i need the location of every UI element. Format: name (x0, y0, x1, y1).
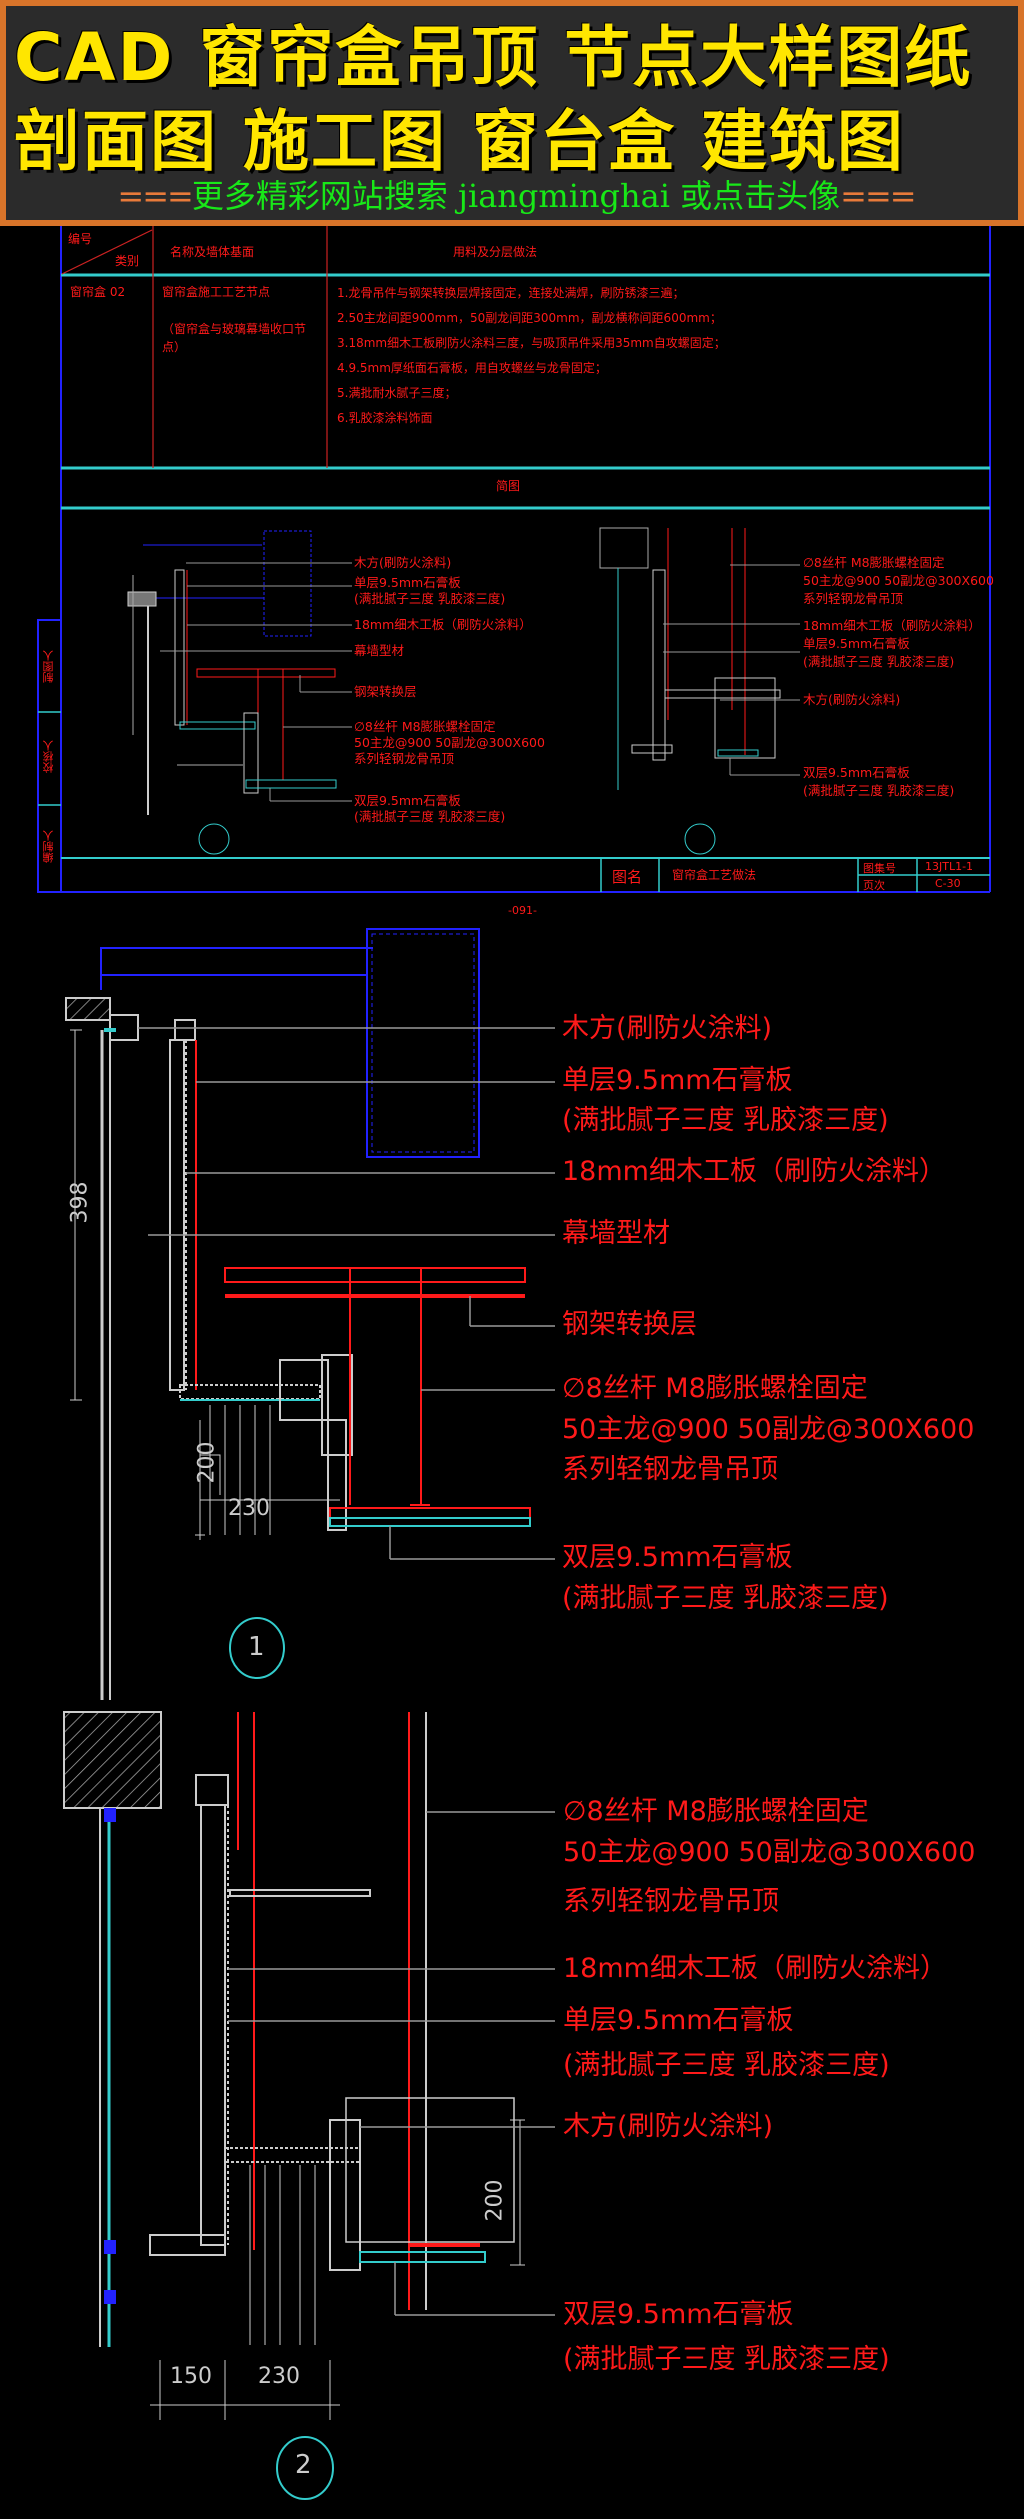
s2-label: 双层9.5mm石膏板 (803, 765, 910, 780)
s1-label: 双层9.5mm石膏板 (354, 793, 461, 808)
page-value: C-30 (935, 877, 961, 890)
header-number: 编号 (68, 232, 93, 246)
detail2-number: 2 (295, 2450, 312, 2480)
d1-label-finish2: (满批腻子三度 乳胶漆三度) (562, 1583, 889, 1614)
s2-label: 18mm细木工板（刷防火涂料） (803, 618, 981, 633)
d1-label-rod: ∅8丝杆 M8膨胀螺栓固定 (562, 1373, 868, 1404)
step-6: 6.乳胶漆涂料饰面 (337, 411, 433, 425)
detail2-drawing (63, 1711, 555, 2500)
atlas-label: 图集号 (863, 862, 896, 875)
row-id: 窗帘盒 02 (70, 285, 126, 299)
s2-label: 系列轻钢龙骨吊顶 (803, 591, 904, 606)
d2-label-keel: 50主龙@900 50副龙@300X600 (563, 1837, 976, 1868)
table-frame (37, 226, 991, 893)
d2-label-gypsum: 单层9.5mm石膏板 (563, 2005, 794, 2036)
detail1-dim-398: 398 (67, 1181, 93, 1224)
s2-label: 50主龙@900 50副龙@300X600 (803, 573, 994, 588)
title-label: 图名 (612, 868, 643, 886)
s1-label: 单层9.5mm石膏板 (354, 575, 461, 590)
detail1-dim-230: 230 (228, 1496, 270, 1521)
d1-label-double-gypsum: 双层9.5mm石膏板 (562, 1542, 793, 1573)
row-name: 窗帘盒施工工艺节点 (162, 285, 271, 299)
s1-label: (满批腻子三度 乳胶漆三度) (354, 809, 506, 824)
s2-label: (满批腻子三度 乳胶漆三度) (803, 783, 955, 798)
d2-label-finish: (满批腻子三度 乳胶漆三度) (563, 2050, 890, 2081)
d2-label-rod: ∅8丝杆 M8膨胀螺栓固定 (563, 1796, 869, 1827)
s2-label: ∅8丝杆 M8膨胀螺栓固定 (803, 555, 945, 570)
page-number: -091- (508, 904, 537, 917)
s2-label: (满批腻子三度 乳胶漆三度) (803, 654, 955, 669)
d1-label-finish: (满批腻子三度 乳胶漆三度) (562, 1105, 889, 1136)
step-5: 5.满批耐水腻子三度； (337, 386, 457, 400)
side-label-checker: 校核人 (42, 740, 55, 773)
side-label-drafter: 制图人 (42, 650, 55, 683)
detail1-dim-200: 200 (194, 1441, 220, 1484)
s1-label: 18mm细木工板（刷防火涂料） (354, 617, 532, 632)
header-name: 名称及墙体基面 (170, 245, 255, 259)
header-category: 类别 (115, 254, 140, 268)
step-3: 3.18mm细木工板刷防火涂料三度，与吸顶吊件采用35mm自攻螺固定； (337, 336, 726, 350)
s1-label: 木方(刷防火涂料) (354, 555, 452, 570)
d1-label-keel: 50主龙@900 50副龙@300X600 (562, 1414, 975, 1445)
s1-label: 系列轻钢龙骨吊顶 (354, 751, 455, 766)
d1-label-gypsum: 单层9.5mm石膏板 (562, 1065, 793, 1096)
d2-label-double-gypsum: 双层9.5mm石膏板 (563, 2299, 794, 2330)
header-method: 用料及分层做法 (453, 245, 538, 259)
side-label-editor: 编制人 (42, 830, 55, 863)
sketch-title: 简图 (496, 479, 521, 493)
detail2-dim-150: 150 (170, 2364, 212, 2389)
s1-label: 50主龙@900 50副龙@300X600 (354, 735, 545, 750)
d2-label-wood: 木方(刷防火涂料) (563, 2111, 774, 2142)
d1-label-steel: 钢架转换层 (562, 1309, 697, 1340)
row-name-note: （窗帘盒与玻璃幕墙收口节点） (162, 322, 307, 354)
detail1-drawing (65, 928, 555, 1700)
d2-label-ceiling: 系列轻钢龙骨吊顶 (563, 1886, 779, 1917)
d1-label-board: 18mm细木工板（刷防火涂料） (562, 1156, 946, 1187)
d1-label-curtainwall: 幕墙型材 (562, 1218, 670, 1249)
step-4: 4.9.5mm厚纸面石膏板，用自攻螺丝与龙骨固定； (337, 361, 607, 375)
s2-label: 木方(刷防火涂料) (803, 692, 901, 707)
d1-label-wood: 木方(刷防火涂料) (562, 1013, 773, 1044)
step-1: 1.龙骨吊件与钢架转换层焊接固定，连接处满焊，刷防锈漆三遍； (337, 286, 685, 300)
s1-label: (满批腻子三度 乳胶漆三度) (354, 591, 506, 606)
d1-label-ceiling: 系列轻钢龙骨吊顶 (562, 1454, 778, 1485)
s1-label: ∅8丝杆 M8膨胀螺栓固定 (354, 719, 496, 734)
s1-label: 幕墙型材 (354, 643, 405, 658)
steps-list: 1.龙骨吊件与钢架转换层焊接固定，连接处满焊，刷防锈漆三遍； 2.50主龙间距9… (337, 286, 726, 436)
atlas-value: 13JTL1-1 (925, 860, 974, 873)
s2-label: 单层9.5mm石膏板 (803, 636, 910, 651)
detail2-dim-230: 230 (258, 2364, 300, 2389)
d2-label-board: 18mm细木工板（刷防火涂料） (563, 1953, 947, 1984)
step-2: 2.50主龙间距900mm，50副龙间距300mm，副龙横称间距600mm； (337, 311, 722, 325)
title-value: 窗帘盒工艺做法 (672, 868, 757, 882)
d2-label-finish2: (满批腻子三度 乳胶漆三度) (563, 2344, 890, 2375)
detail2-dim-200: 200 (482, 2179, 508, 2222)
page-label: 页次 (863, 879, 885, 892)
detail1-number: 1 (248, 1632, 265, 1662)
s1-label: 钢架转换层 (354, 684, 417, 699)
